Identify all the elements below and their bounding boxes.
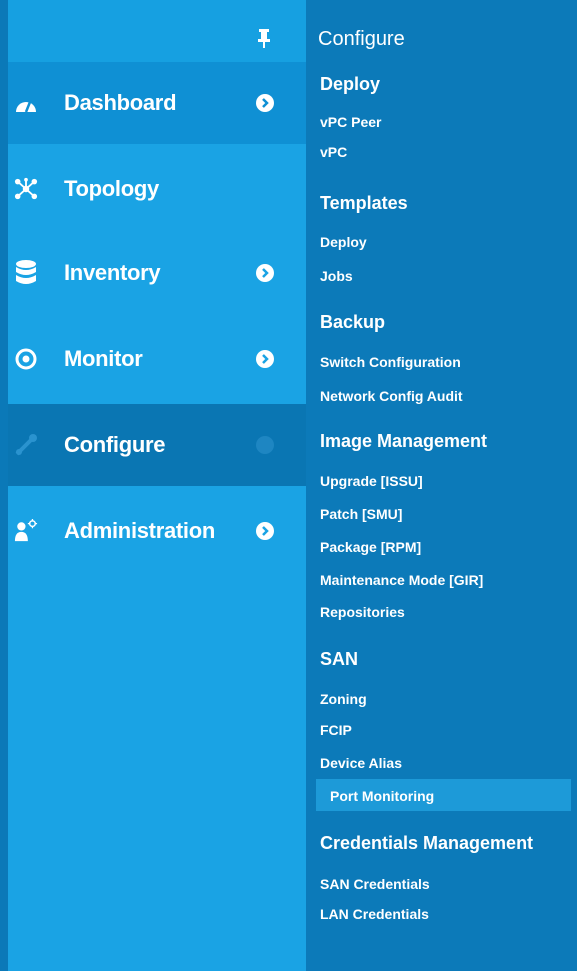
sidebar-item-label: Dashboard (64, 90, 177, 115)
section-backup: Backup (320, 312, 386, 332)
section-image-management: Image Management (320, 431, 488, 451)
link-package-rpm[interactable]: Package [RPM] (320, 539, 421, 555)
sidebar-header (8, 0, 306, 62)
link-zoning[interactable]: Zoning (320, 691, 367, 707)
link-templates-deploy[interactable]: Deploy (320, 234, 367, 250)
link-upgrade-issu[interactable]: Upgrade [ISSU] (320, 473, 423, 489)
sidebar-item-label: Administration (64, 518, 216, 543)
sidebar-item-label: Topology (64, 176, 159, 201)
pin-icon[interactable] (256, 28, 272, 48)
link-device-alias[interactable]: Device Alias (320, 755, 402, 771)
admin-user-icon (14, 519, 38, 543)
sidebar-item-label: Inventory (64, 260, 161, 285)
section-deploy: Deploy (320, 74, 381, 94)
link-patch-smu[interactable]: Patch [SMU] (320, 506, 402, 522)
eye-icon (14, 347, 38, 371)
link-jobs[interactable]: Jobs (320, 268, 353, 284)
sidebar-item-label: Monitor (64, 346, 143, 371)
sidebar-item-topology[interactable]: Topology (8, 148, 306, 230)
chevron-right-icon (256, 264, 274, 282)
link-vpc-peer[interactable]: vPC Peer (320, 114, 381, 130)
link-port-monitoring[interactable]: Port Monitoring (330, 788, 434, 804)
chevron-right-icon (256, 94, 274, 112)
chevron-right-icon (256, 522, 274, 540)
section-san: SAN (320, 649, 359, 669)
database-icon (14, 260, 38, 285)
sidebar-item-dashboard[interactable]: Dashboard (8, 62, 306, 144)
sidebar-item-inventory[interactable]: Inventory (8, 232, 306, 314)
dashboard-icon (14, 91, 38, 115)
link-vpc[interactable]: vPC (320, 144, 347, 160)
configure-submenu: Configure Deploy vPC Peer vPC Templates … (306, 0, 577, 971)
sidebar-item-configure[interactable]: Configure (8, 404, 306, 486)
link-maintenance-mode-gir[interactable]: Maintenance Mode [GIR] (320, 572, 483, 588)
topology-icon (14, 177, 38, 201)
sidebar-item-monitor[interactable]: Monitor (8, 318, 306, 400)
sidebar-item-label: Configure (64, 432, 166, 457)
section-credentials-management: Credentials Management (320, 833, 534, 853)
link-switch-configuration[interactable]: Switch Configuration (320, 354, 461, 370)
submenu-title: Configure (318, 28, 405, 50)
chevron-right-icon (256, 350, 274, 368)
link-port-monitoring-highlight[interactable]: Port Monitoring (316, 779, 571, 811)
link-fcip[interactable]: FCIP (320, 722, 352, 738)
link-repositories[interactable]: Repositories (320, 604, 405, 620)
section-templates: Templates (320, 193, 408, 213)
link-network-config-audit[interactable]: Network Config Audit (320, 388, 463, 404)
sidebar: Dashboard Topology Inventory Monitor Con… (8, 0, 306, 971)
sidebar-item-administration[interactable]: Administration (8, 490, 306, 572)
configure-icon (14, 433, 38, 457)
chevron-right-icon (256, 436, 274, 454)
link-lan-credentials[interactable]: LAN Credentials (320, 906, 429, 922)
link-san-credentials[interactable]: SAN Credentials (320, 876, 430, 892)
